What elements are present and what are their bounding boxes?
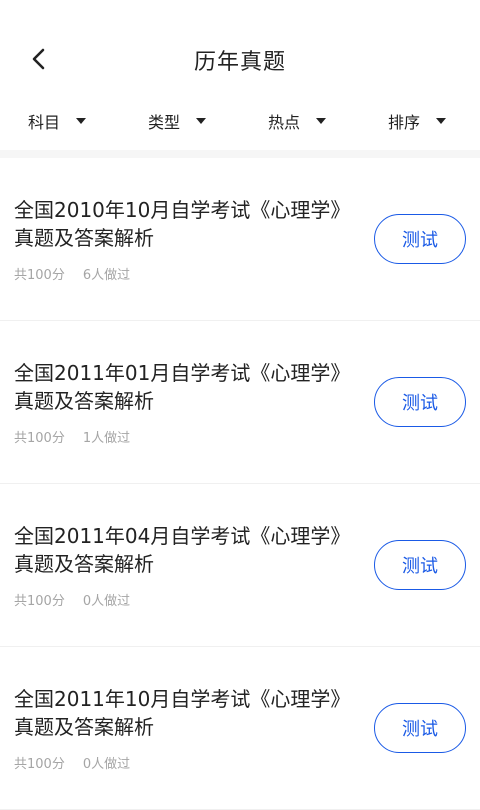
exam-score: 共100分 <box>14 594 65 609</box>
filter-sort-label: 排序 <box>388 113 421 132</box>
exam-taken-count: 0人做过 <box>82 757 131 772</box>
exam-taken-count: 6人做过 <box>82 268 131 283</box>
exam-meta: 共100分 0人做过 <box>14 753 130 772</box>
filter-type[interactable]: 类型 <box>148 108 207 134</box>
filter-type-label: 类型 <box>148 113 181 132</box>
exam-meta: 共100分 1人做过 <box>14 427 130 446</box>
exam-list: 全国2010年10月自学考试《心理学》真题及答案解析 共100分 6人做过 测试… <box>0 158 480 810</box>
exam-taken-count: 1人做过 <box>82 431 131 446</box>
exam-score: 共100分 <box>14 757 65 772</box>
exam-title: 全国2011年01月自学考试《心理学》真题及答案解析 <box>14 361 351 413</box>
test-button[interactable]: 测试 <box>374 540 466 590</box>
list-item[interactable]: 全国2011年10月自学考试《心理学》真题及答案解析 共100分 0人做过 测试 <box>0 647 480 810</box>
caret-down-icon <box>76 118 87 124</box>
filter-subject-label: 科目 <box>28 113 61 132</box>
section-divider <box>0 150 480 158</box>
exam-title: 全国2010年10月自学考试《心理学》真题及答案解析 <box>14 198 351 250</box>
exam-meta: 共100分 6人做过 <box>14 264 130 283</box>
test-button[interactable]: 测试 <box>374 703 466 753</box>
exam-title: 全国2011年04月自学考试《心理学》真题及答案解析 <box>14 524 351 576</box>
filter-subject[interactable]: 科目 <box>28 108 87 134</box>
caret-down-icon <box>436 118 447 124</box>
top-bar: 历年真题 <box>0 0 480 100</box>
filter-hot[interactable]: 热点 <box>268 108 327 134</box>
exam-taken-count: 0人做过 <box>82 594 131 609</box>
filter-hot-label: 热点 <box>268 113 301 132</box>
list-item[interactable]: 全国2010年10月自学考试《心理学》真题及答案解析 共100分 6人做过 测试 <box>0 158 480 321</box>
test-button[interactable]: 测试 <box>374 377 466 427</box>
page-title: 历年真题 <box>193 50 286 75</box>
caret-down-icon <box>196 118 207 124</box>
filter-sort[interactable]: 排序 <box>388 108 447 134</box>
test-button[interactable]: 测试 <box>374 214 466 264</box>
exam-meta: 共100分 0人做过 <box>14 590 130 609</box>
list-item[interactable]: 全国2011年04月自学考试《心理学》真题及答案解析 共100分 0人做过 测试 <box>0 484 480 647</box>
filter-bar: 科目 类型 热点 排序 <box>0 100 480 140</box>
exam-score: 共100分 <box>14 431 65 446</box>
exam-title: 全国2011年10月自学考试《心理学》真题及答案解析 <box>14 687 351 739</box>
list-item[interactable]: 全国2011年01月自学考试《心理学》真题及答案解析 共100分 1人做过 测试 <box>0 321 480 484</box>
exam-score: 共100分 <box>14 268 65 283</box>
caret-down-icon <box>316 118 327 124</box>
